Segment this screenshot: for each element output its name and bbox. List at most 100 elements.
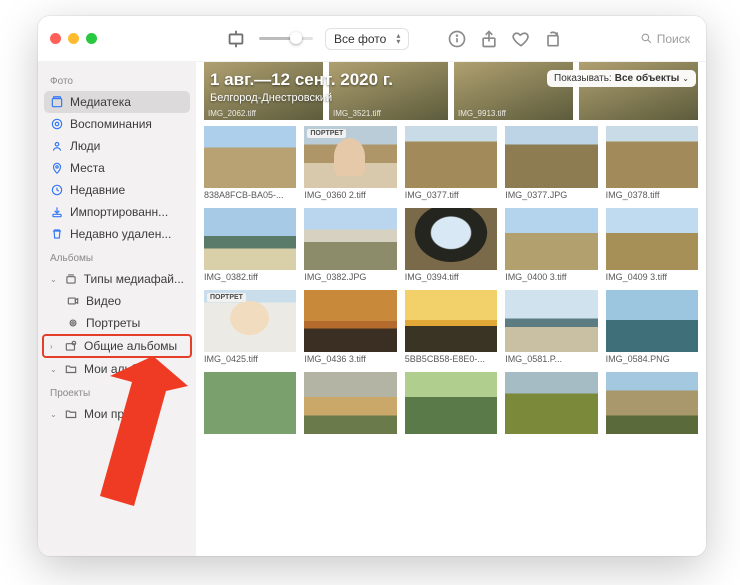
- photo-caption: IMG_0436 3.tiff: [304, 354, 396, 366]
- sidebar-item-shared-albums[interactable]: › Общие альбомы: [42, 334, 192, 358]
- photo-thumbnail: [606, 290, 698, 352]
- info-icon[interactable]: [447, 29, 467, 49]
- photo-thumbnail: [606, 126, 698, 188]
- photo-cell[interactable]: ПОРТРЕТ IMG_0425.tiff: [204, 290, 296, 366]
- photo-caption: IMG_0400 3.tiff: [505, 272, 597, 284]
- app-window: Все фото ▴▾ Поиск Фото Медиатека Воспоми…: [38, 16, 706, 556]
- photo-cell[interactable]: IMG_0436 3.tiff: [304, 290, 396, 366]
- photo-cell[interactable]: IMG_0581.P...: [505, 290, 597, 366]
- folder-icon: [64, 407, 78, 421]
- portrait-badge: ПОРТРЕТ: [207, 293, 246, 302]
- portrait-icon: [66, 316, 80, 330]
- sidebar-item-places[interactable]: Места: [44, 157, 190, 179]
- photo-thumbnail: [204, 126, 296, 188]
- search-icon: [640, 32, 653, 45]
- aspect-toggle-button[interactable]: [225, 28, 247, 50]
- photo-thumbnail: [405, 126, 497, 188]
- photo-caption: IMG_0360 2.tiff: [304, 190, 396, 202]
- sidebar-item-mediatypes[interactable]: ⌄ Типы медиафай...: [44, 268, 190, 290]
- photo-cell[interactable]: IMG_0400 3.tiff: [505, 208, 597, 284]
- folder-icon: [64, 362, 78, 376]
- stack-icon: [64, 272, 78, 286]
- photo-caption: [606, 436, 698, 448]
- photo-cell[interactable]: 5BB5CB58-E8E0-...: [405, 290, 497, 366]
- photo-cell[interactable]: IMG_0394.tiff: [405, 208, 497, 284]
- section-photo: Фото: [44, 68, 190, 91]
- photo-thumbnail: [606, 208, 698, 270]
- zoom-slider[interactable]: [259, 37, 313, 40]
- photo-cell[interactable]: IMG_0377.JPG: [505, 126, 597, 202]
- photo-thumbnail: [405, 372, 497, 434]
- photo-cell[interactable]: [405, 372, 497, 448]
- photo-cell[interactable]: ПОРТРЕТ IMG_0360 2.tiff: [304, 126, 396, 202]
- close-window-button[interactable]: [50, 33, 61, 44]
- main-content: 1 авг.—12 сент. 2020 г. Белгород-Днестро…: [196, 62, 706, 556]
- rotate-icon[interactable]: [543, 29, 563, 49]
- photo-grid: 838A8FCB-BA05-... ПОРТРЕТ IMG_0360 2.tiff I…: [196, 126, 706, 556]
- photo-thumbnail: [505, 372, 597, 434]
- photo-thumbnail: [304, 372, 396, 434]
- sidebar-item-memories[interactable]: Воспоминания: [44, 113, 190, 135]
- view-select-label: Все фото: [334, 32, 386, 46]
- sidebar-item-video[interactable]: Видео: [44, 290, 190, 312]
- photo-thumbnail: [505, 290, 597, 352]
- fullscreen-window-button[interactable]: [86, 33, 97, 44]
- sidebar-item-people[interactable]: Люди: [44, 135, 190, 157]
- chevron-down-icon: ⌄: [682, 74, 689, 83]
- chevron-down-icon: ⌄: [50, 410, 58, 419]
- photo-cell[interactable]: [606, 372, 698, 448]
- photo-caption: IMG_0394.tiff: [405, 272, 497, 284]
- photo-thumbnail: [606, 372, 698, 434]
- header-subtitle: Белгород-Днестровский: [210, 92, 393, 104]
- search-field[interactable]: Поиск: [640, 32, 690, 46]
- photo-caption: IMG_0382.JPG: [304, 272, 396, 284]
- photo-cell[interactable]: 838A8FCB-BA05-...: [204, 126, 296, 202]
- shared-icon: [64, 339, 78, 353]
- photo-thumbnail: [405, 290, 497, 352]
- show-filter-button[interactable]: Показывать: Все объекты ⌄: [547, 70, 696, 87]
- photo-caption: IMG_0382.tiff: [204, 272, 296, 284]
- sidebar: Фото Медиатека Воспоминания Люди Места Н…: [38, 62, 196, 556]
- photo-caption: [505, 436, 597, 448]
- view-select[interactable]: Все фото ▴▾: [325, 28, 409, 50]
- sidebar-item-my-projects[interactable]: ⌄ Мои проекты: [44, 403, 190, 425]
- photo-cell[interactable]: [204, 372, 296, 448]
- photo-caption: IMG_0377.JPG: [505, 190, 597, 202]
- titlebar: Все фото ▴▾ Поиск: [38, 16, 706, 62]
- sidebar-item-portraits[interactable]: Портреты: [44, 312, 190, 334]
- photo-cell[interactable]: IMG_0409 3.tiff: [606, 208, 698, 284]
- sidebar-item-my-albums[interactable]: ⌄ Мои альбом: [44, 358, 190, 380]
- sidebar-item-deleted[interactable]: Недавно удален...: [44, 223, 190, 245]
- search-placeholder: Поиск: [657, 32, 690, 46]
- photo-thumbnail: [405, 208, 497, 270]
- photo-cell[interactable]: IMG_0382.JPG: [304, 208, 396, 284]
- header-title: 1 авг.—12 сент. 2020 г.: [210, 70, 393, 90]
- photo-cell[interactable]: IMG_0584.PNG: [606, 290, 698, 366]
- photo-caption: IMG_0425.tiff: [204, 354, 296, 366]
- photo-caption: IMG_0377.tiff: [405, 190, 497, 202]
- photo-caption: 838A8FCB-BA05-...: [204, 190, 296, 202]
- photo-thumbnail: ПОРТРЕТ: [204, 290, 296, 352]
- sidebar-item-library[interactable]: Медиатека: [44, 91, 190, 113]
- photo-thumbnail: [304, 208, 396, 270]
- recent-icon: [50, 183, 64, 197]
- photo-caption: [304, 436, 396, 448]
- import-icon: [50, 205, 64, 219]
- photo-cell[interactable]: IMG_0382.tiff: [204, 208, 296, 284]
- photo-caption: [204, 436, 296, 448]
- sidebar-item-imported[interactable]: Импортированн...: [44, 201, 190, 223]
- sidebar-item-recent[interactable]: Недавние: [44, 179, 190, 201]
- favorite-icon[interactable]: [511, 29, 531, 49]
- window-controls: [50, 33, 97, 44]
- portrait-badge: ПОРТРЕТ: [307, 129, 346, 138]
- minimize-window-button[interactable]: [68, 33, 79, 44]
- photo-cell[interactable]: [304, 372, 396, 448]
- share-icon[interactable]: [479, 29, 499, 49]
- photo-thumbnail: [304, 290, 396, 352]
- photo-cell[interactable]: [505, 372, 597, 448]
- photo-thumbnail: [204, 372, 296, 434]
- photo-caption: IMG_0378.tiff: [606, 190, 698, 202]
- photo-cell[interactable]: IMG_0378.tiff: [606, 126, 698, 202]
- photo-cell[interactable]: IMG_0377.tiff: [405, 126, 497, 202]
- section-albums: Альбомы: [44, 245, 190, 268]
